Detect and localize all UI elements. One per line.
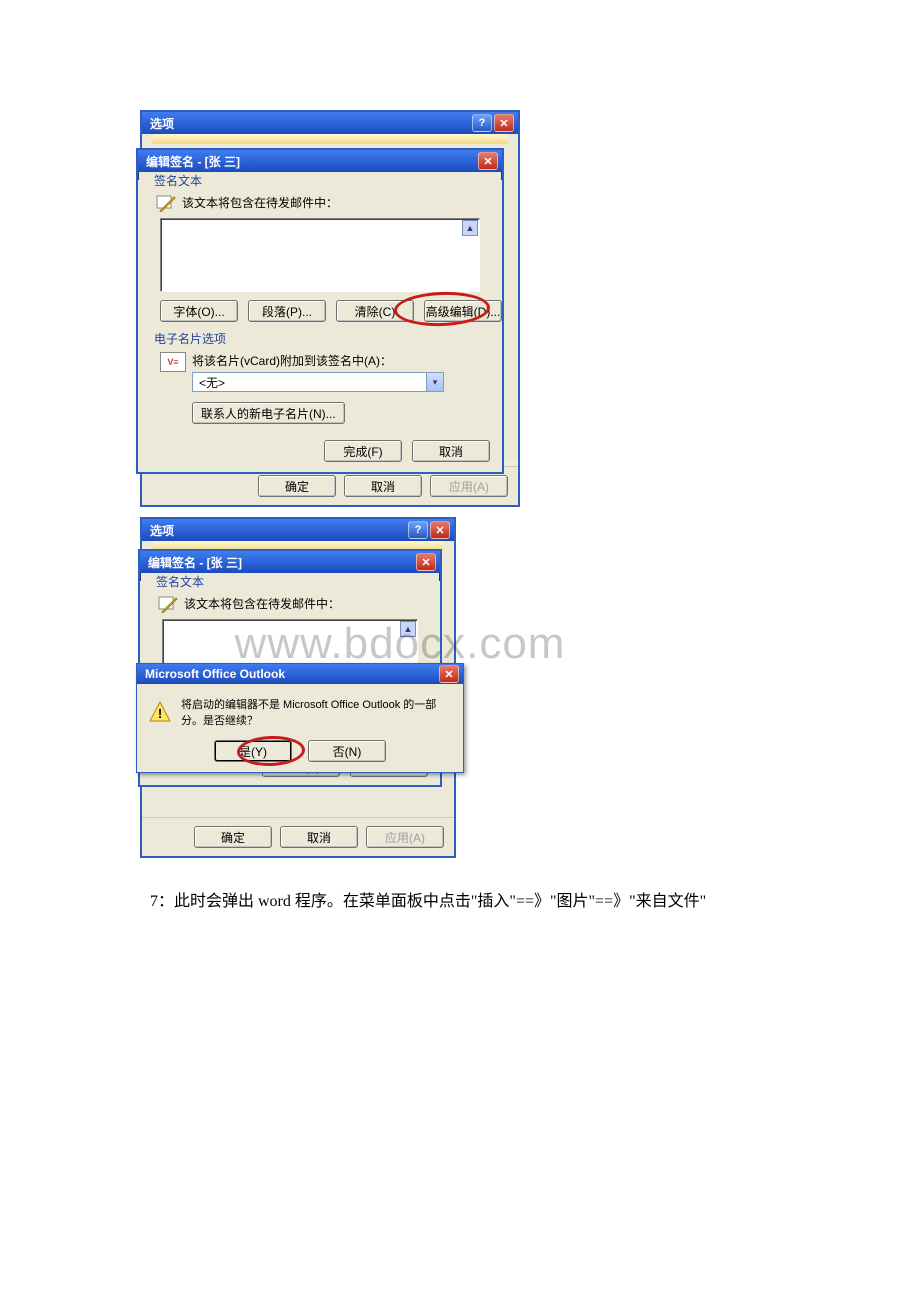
signature-inclusion-label: 该文本将包含在待发邮件中：	[182, 194, 338, 211]
close-button[interactable]: ✕	[416, 553, 436, 571]
vcard-icon: V≡	[160, 352, 186, 372]
options-titlebar: 选项 ? ✕	[142, 112, 518, 134]
ok-button[interactable]: 确定	[258, 475, 336, 497]
help-button[interactable]: ?	[408, 521, 428, 539]
apply-button[interactable]: 应用(A)	[366, 826, 444, 848]
signature-text-legend-2: 签名文本	[154, 573, 206, 590]
vcard-group: 电子名片选项 V≡ 将该名片(vCard)附加到该签名中(A)： <无> ▾ 联…	[148, 338, 492, 434]
ok-button[interactable]: 确定	[194, 826, 272, 848]
apply-button[interactable]: 应用(A)	[430, 475, 508, 497]
options-tab-hint	[152, 134, 508, 144]
no-button[interactable]: 否(N)	[308, 740, 386, 762]
help-button[interactable]: ?	[472, 114, 492, 132]
edit-signature-title-2: 编辑签名 - [张 三]	[148, 554, 416, 571]
cancel-button[interactable]: 取消	[412, 440, 490, 462]
options-bottom-bar-2: 确定 取消 应用(A)	[142, 817, 454, 856]
signature-icon	[156, 194, 176, 212]
cancel-button[interactable]: 取消	[344, 475, 422, 497]
svg-text:!: !	[158, 706, 162, 721]
paragraph-button[interactable]: 段落(P)...	[248, 300, 326, 322]
edit-signature-dialog: 编辑签名 - [张 三] ✕ 签名文本	[136, 148, 504, 474]
dropdown-arrow-icon[interactable]: ▾	[426, 373, 443, 391]
yes-button[interactable]: 是(Y)	[214, 740, 292, 762]
cancel-button[interactable]: 取消	[280, 826, 358, 848]
options-titlebar-2: 选项 ? ✕	[142, 519, 454, 541]
signature-text-group: 签名文本 该文本将包含在待发邮件中： ▲	[148, 180, 492, 330]
finish-button[interactable]: 完成(F)	[324, 440, 402, 462]
options-title-2: 选项	[150, 522, 408, 539]
signature-icon	[158, 595, 178, 613]
close-button[interactable]: ✕	[494, 114, 514, 132]
scroll-up-button[interactable]: ▲	[462, 220, 478, 236]
step-7-explanation: 7：此时会弹出 word 程序。在菜单面板中点击"插入"==》"图片"==》"来…	[140, 858, 780, 957]
vcard-attach-label: 将该名片(vCard)附加到该签名中(A)：	[192, 352, 484, 369]
scroll-up-button[interactable]: ▲	[400, 621, 416, 637]
close-button[interactable]: ✕	[430, 521, 450, 539]
signature-inclusion-label-2: 该文本将包含在待发邮件中：	[184, 595, 340, 612]
vcard-dropdown[interactable]: <无> ▾	[192, 372, 444, 392]
edit-signature-title: 编辑签名 - [张 三]	[146, 153, 478, 170]
edit-signature-titlebar: 编辑签名 - [张 三] ✕	[138, 150, 502, 172]
msgbox-title: Microsoft Office Outlook	[145, 667, 439, 681]
new-vcard-button[interactable]: 联系人的新电子名片(N)...	[192, 402, 345, 424]
close-button[interactable]: ✕	[478, 152, 498, 170]
signature-textarea[interactable]: ▲	[160, 218, 480, 292]
warning-icon: !	[149, 701, 171, 723]
advanced-edit-button[interactable]: 高级编辑(D)...	[424, 300, 502, 322]
msgbox-text: 将启动的编辑器不是 Microsoft Office Outlook 的一部分。…	[181, 696, 451, 728]
outlook-message-box: Microsoft Office Outlook ✕ ! 将启动的编辑器不是 M…	[136, 663, 464, 773]
vcard-legend: 电子名片选项	[152, 330, 228, 347]
close-button[interactable]: ✕	[439, 665, 459, 683]
signature-text-legend: 签名文本	[152, 172, 204, 189]
clear-button[interactable]: 清除(C)	[336, 300, 414, 322]
font-button[interactable]: 字体(O)...	[160, 300, 238, 322]
vcard-dropdown-value: <无>	[193, 374, 426, 391]
options-title: 选项	[150, 115, 472, 132]
